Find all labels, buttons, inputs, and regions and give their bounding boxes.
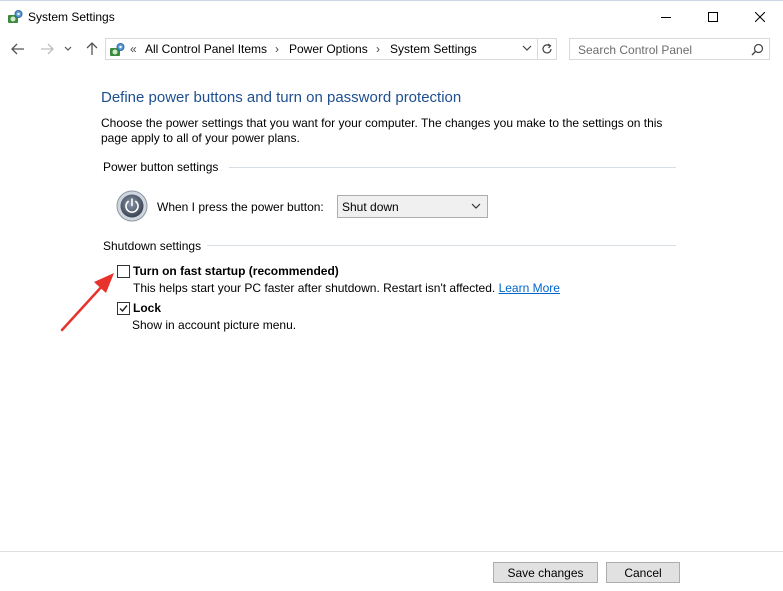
power-button-action-value: Shut down <box>342 200 399 214</box>
breadcrumb-separator[interactable]: › <box>376 42 380 56</box>
breadcrumb-power-options[interactable]: Power Options <box>289 42 368 56</box>
address-bar[interactable]: « All Control Panel Items › Power Option… <box>105 38 538 60</box>
up-arrow-icon <box>86 42 98 55</box>
power-icon <box>116 190 148 222</box>
close-icon <box>755 12 765 22</box>
search-input[interactable]: Search Control Panel <box>569 38 770 60</box>
title-bar: System Settings <box>0 1 783 33</box>
page-title: Define power buttons and turn on passwor… <box>101 89 462 106</box>
chevron-down-icon <box>471 203 481 209</box>
lock-label[interactable]: Lock <box>133 301 161 315</box>
chevron-down-icon[interactable] <box>522 44 532 52</box>
save-changes-button[interactable]: Save changes <box>493 562 598 583</box>
fast-startup-label[interactable]: Turn on fast startup (recommended) <box>133 264 339 278</box>
divider <box>207 245 676 246</box>
cancel-button[interactable]: Cancel <box>606 562 680 583</box>
breadcrumb-all-control-panel-items[interactable]: All Control Panel Items <box>145 42 267 56</box>
search-icon[interactable] <box>751 43 764 56</box>
shutdown-settings-heading: Shutdown settings <box>103 239 202 253</box>
chevron-down-icon <box>64 46 72 51</box>
search-placeholder: Search Control Panel <box>578 43 693 57</box>
navigation-bar: « All Control Panel Items › Power Option… <box>0 35 783 63</box>
minimize-icon <box>661 17 671 18</box>
up-button[interactable] <box>82 39 102 59</box>
power-button-action-select[interactable]: Shut down <box>337 195 488 218</box>
back-arrow-icon <box>11 43 24 55</box>
power-button-label: When I press the power button: <box>157 200 324 214</box>
breadcrumb-system-settings[interactable]: System Settings <box>390 42 477 56</box>
forward-button[interactable] <box>37 39 57 59</box>
maximize-button[interactable] <box>690 2 736 32</box>
overflow-marker[interactable]: « <box>130 42 137 56</box>
forward-arrow-icon <box>41 43 54 55</box>
breadcrumb-separator[interactable]: › <box>275 42 279 56</box>
maximize-icon <box>708 12 718 22</box>
close-button[interactable] <box>737 2 783 32</box>
fast-startup-description: This helps start your PC faster after sh… <box>133 281 560 295</box>
refresh-icon <box>541 43 552 54</box>
footer-divider <box>0 551 783 552</box>
learn-more-link[interactable]: Learn More <box>499 281 560 295</box>
recent-locations-button[interactable] <box>61 39 75 59</box>
window-title: System Settings <box>28 10 115 24</box>
annotation-arrow-icon <box>60 273 114 332</box>
divider <box>229 167 676 168</box>
minimize-button[interactable] <box>643 2 689 32</box>
lock-description: Show in account picture menu. <box>132 318 297 332</box>
control-panel-icon <box>110 43 125 56</box>
back-button[interactable] <box>8 39 28 59</box>
refresh-button[interactable] <box>537 38 557 60</box>
power-button-settings-heading: Power button settings <box>103 160 219 174</box>
control-panel-icon <box>8 10 23 23</box>
page-description: Choose the power settings that you want … <box>101 116 663 145</box>
